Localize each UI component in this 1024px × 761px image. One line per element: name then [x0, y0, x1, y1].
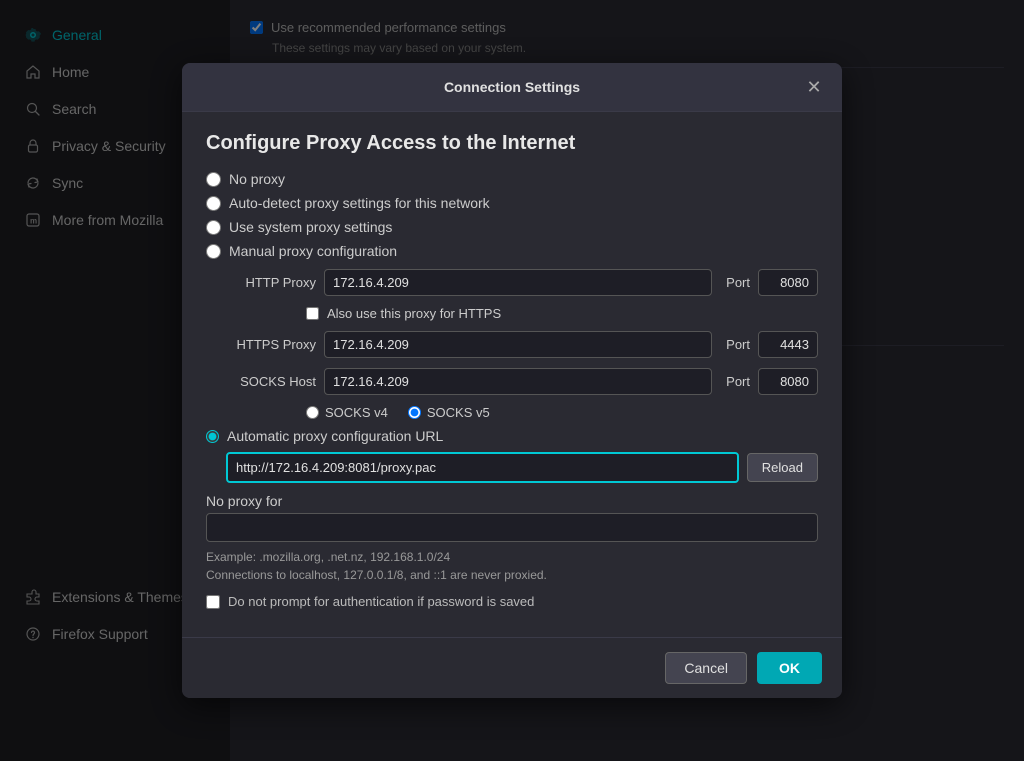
- system-proxy-label[interactable]: Use system proxy settings: [229, 219, 392, 235]
- auto-detect-radio[interactable]: [206, 196, 221, 211]
- no-proxy-radio[interactable]: [206, 172, 221, 187]
- socks-host-label: SOCKS Host: [226, 374, 316, 389]
- auto-proxy-input-row: Reload: [206, 452, 818, 483]
- reload-button[interactable]: Reload: [747, 453, 818, 482]
- manual-proxy-option[interactable]: Manual proxy configuration: [206, 243, 818, 259]
- http-proxy-row: HTTP Proxy Port: [206, 269, 818, 296]
- no-proxy-for-label: No proxy for: [206, 493, 818, 509]
- auto-proxy-url-input[interactable]: [226, 452, 739, 483]
- socks-host-row: SOCKS Host Port: [206, 368, 818, 395]
- cancel-button[interactable]: Cancel: [665, 652, 747, 684]
- dialog-header: Connection Settings ✕: [182, 63, 842, 112]
- do-not-prompt-label: Do not prompt for authentication if pass…: [228, 594, 534, 609]
- example-text: Example: .mozilla.org, .net.nz, 192.168.…: [206, 548, 818, 584]
- https-proxy-input[interactable]: [324, 331, 712, 358]
- auto-detect-label[interactable]: Auto-detect proxy settings for this netw…: [229, 195, 490, 211]
- socks-v5-radio[interactable]: [408, 406, 421, 419]
- also-https-row: Also use this proxy for HTTPS: [206, 306, 818, 321]
- also-https-label: Also use this proxy for HTTPS: [327, 306, 501, 321]
- connection-settings-dialog: Connection Settings ✕ Configure Proxy Ac…: [182, 63, 842, 698]
- socks-v5-label[interactable]: SOCKS v5: [408, 405, 490, 420]
- socks-host-input[interactable]: [324, 368, 712, 395]
- socks-v4-label[interactable]: SOCKS v4: [306, 405, 388, 420]
- http-port-label: Port: [726, 275, 750, 290]
- manual-proxy-label[interactable]: Manual proxy configuration: [229, 243, 397, 259]
- dialog-title: Connection Settings: [222, 79, 802, 95]
- no-proxy-label[interactable]: No proxy: [229, 171, 285, 187]
- dialog-footer: Cancel OK: [182, 637, 842, 698]
- auto-detect-option[interactable]: Auto-detect proxy settings for this netw…: [206, 195, 818, 211]
- http-port-input[interactable]: [758, 269, 818, 296]
- ok-button[interactable]: OK: [757, 652, 822, 684]
- auto-proxy-radio[interactable]: [206, 430, 219, 443]
- manual-proxy-radio[interactable]: [206, 244, 221, 259]
- https-proxy-label: HTTPS Proxy: [226, 337, 316, 352]
- also-https-checkbox[interactable]: [306, 307, 319, 320]
- https-port-label: Port: [726, 337, 750, 352]
- do-not-prompt-row: Do not prompt for authentication if pass…: [206, 594, 818, 609]
- https-port-input[interactable]: [758, 331, 818, 358]
- http-proxy-input[interactable]: [324, 269, 712, 296]
- socks-port-input[interactable]: [758, 368, 818, 395]
- https-proxy-row: HTTPS Proxy Port: [206, 331, 818, 358]
- close-button[interactable]: ✕: [802, 75, 826, 99]
- socks-version-row: SOCKS v4 SOCKS v5: [206, 405, 818, 420]
- system-proxy-radio[interactable]: [206, 220, 221, 235]
- socks-port-label: Port: [726, 374, 750, 389]
- system-proxy-option[interactable]: Use system proxy settings: [206, 219, 818, 235]
- no-proxy-for-input[interactable]: [206, 513, 818, 542]
- auto-proxy-label[interactable]: Automatic proxy configuration URL: [227, 428, 443, 444]
- http-proxy-label: HTTP Proxy: [226, 275, 316, 290]
- do-not-prompt-checkbox[interactable]: [206, 595, 220, 609]
- dialog-body: Configure Proxy Access to the Internet N…: [182, 112, 842, 637]
- dialog-overlay: Connection Settings ✕ Configure Proxy Ac…: [0, 0, 1024, 761]
- socks-v4-radio[interactable]: [306, 406, 319, 419]
- no-proxy-option[interactable]: No proxy: [206, 171, 818, 187]
- dialog-section-title: Configure Proxy Access to the Internet: [206, 132, 818, 155]
- auto-proxy-option[interactable]: Automatic proxy configuration URL: [206, 428, 818, 444]
